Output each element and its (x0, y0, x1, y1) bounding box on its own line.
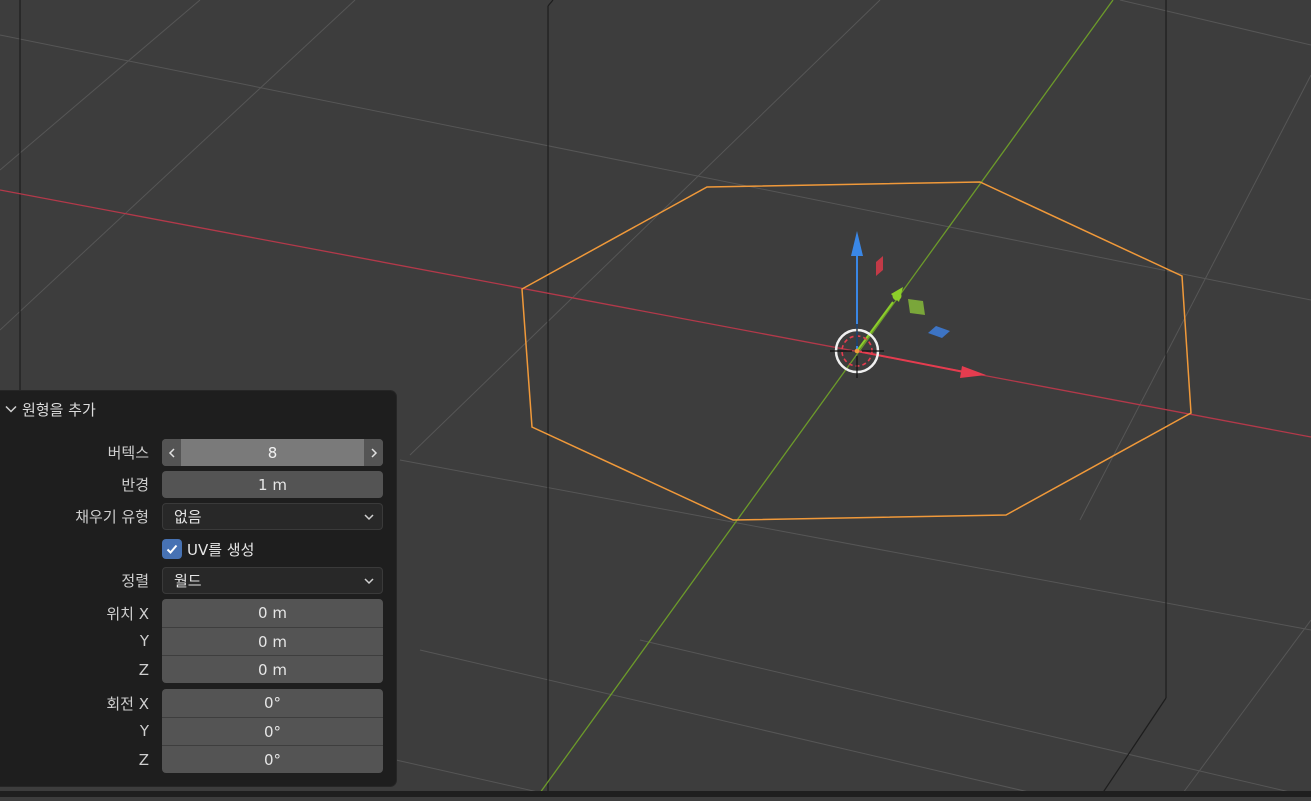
generate-uv-checkbox[interactable]: UV를 생성 (162, 538, 254, 560)
fill-type-dropdown[interactable]: 없음 (162, 503, 383, 530)
radius-field[interactable]: 1 m (162, 471, 383, 498)
chevron-down-icon (364, 578, 374, 585)
viewport-bottom-edge (0, 791, 1311, 797)
location-x-field[interactable]: 0 m (162, 599, 383, 627)
rotation-z-field[interactable]: 0° (162, 745, 383, 773)
fill-type-value: 없음 (174, 508, 202, 526)
location-z-field[interactable]: 0 m (162, 655, 383, 683)
rotation-x-field[interactable]: 0° (162, 689, 383, 717)
fill-type-label: 채우기 유형 (75, 508, 149, 526)
gizmo-xz-plane-icon[interactable] (908, 299, 925, 315)
panel-header[interactable]: 원형을 추가 (4, 399, 96, 419)
rotation-y-field[interactable]: 0° (162, 717, 383, 745)
location-vector: 0 m 0 m 0 m (162, 599, 383, 683)
radius-label: 반경 (121, 476, 149, 494)
chevron-left-icon (168, 447, 175, 458)
vertices-label: 버텍스 (107, 444, 149, 462)
rotation-y-label: Y (139, 722, 149, 740)
align-label: 정렬 (121, 572, 149, 590)
align-dropdown[interactable]: 월드 (162, 567, 383, 594)
rotation-label: 회전 X (106, 695, 149, 713)
adjust-last-operation-panel: 원형을 추가 버텍스 8 반경 1 m 채우기 유형 없음 UV를 생성 정렬 … (0, 391, 396, 786)
vertices-value[interactable]: 8 (181, 439, 364, 466)
location-y-field[interactable]: 0 m (162, 627, 383, 655)
panel-title: 원형을 추가 (22, 400, 96, 419)
stepper-increment-button[interactable] (364, 439, 383, 466)
rotation-z-label: Z (138, 751, 149, 769)
align-value: 월드 (174, 572, 202, 590)
chevron-down-icon (364, 514, 374, 521)
chevron-right-icon (370, 447, 377, 458)
location-z-label: Z (138, 661, 149, 679)
location-y-label: Y (139, 632, 149, 650)
vertices-stepper[interactable]: 8 (162, 439, 383, 466)
rotation-vector: 0° 0° 0° (162, 689, 383, 773)
generate-uv-label: UV를 생성 (187, 540, 255, 559)
checkmark-icon[interactable] (162, 539, 182, 559)
chevron-down-icon (5, 405, 17, 413)
location-label: 위치 X (106, 605, 149, 623)
stepper-decrement-button[interactable] (162, 439, 181, 466)
